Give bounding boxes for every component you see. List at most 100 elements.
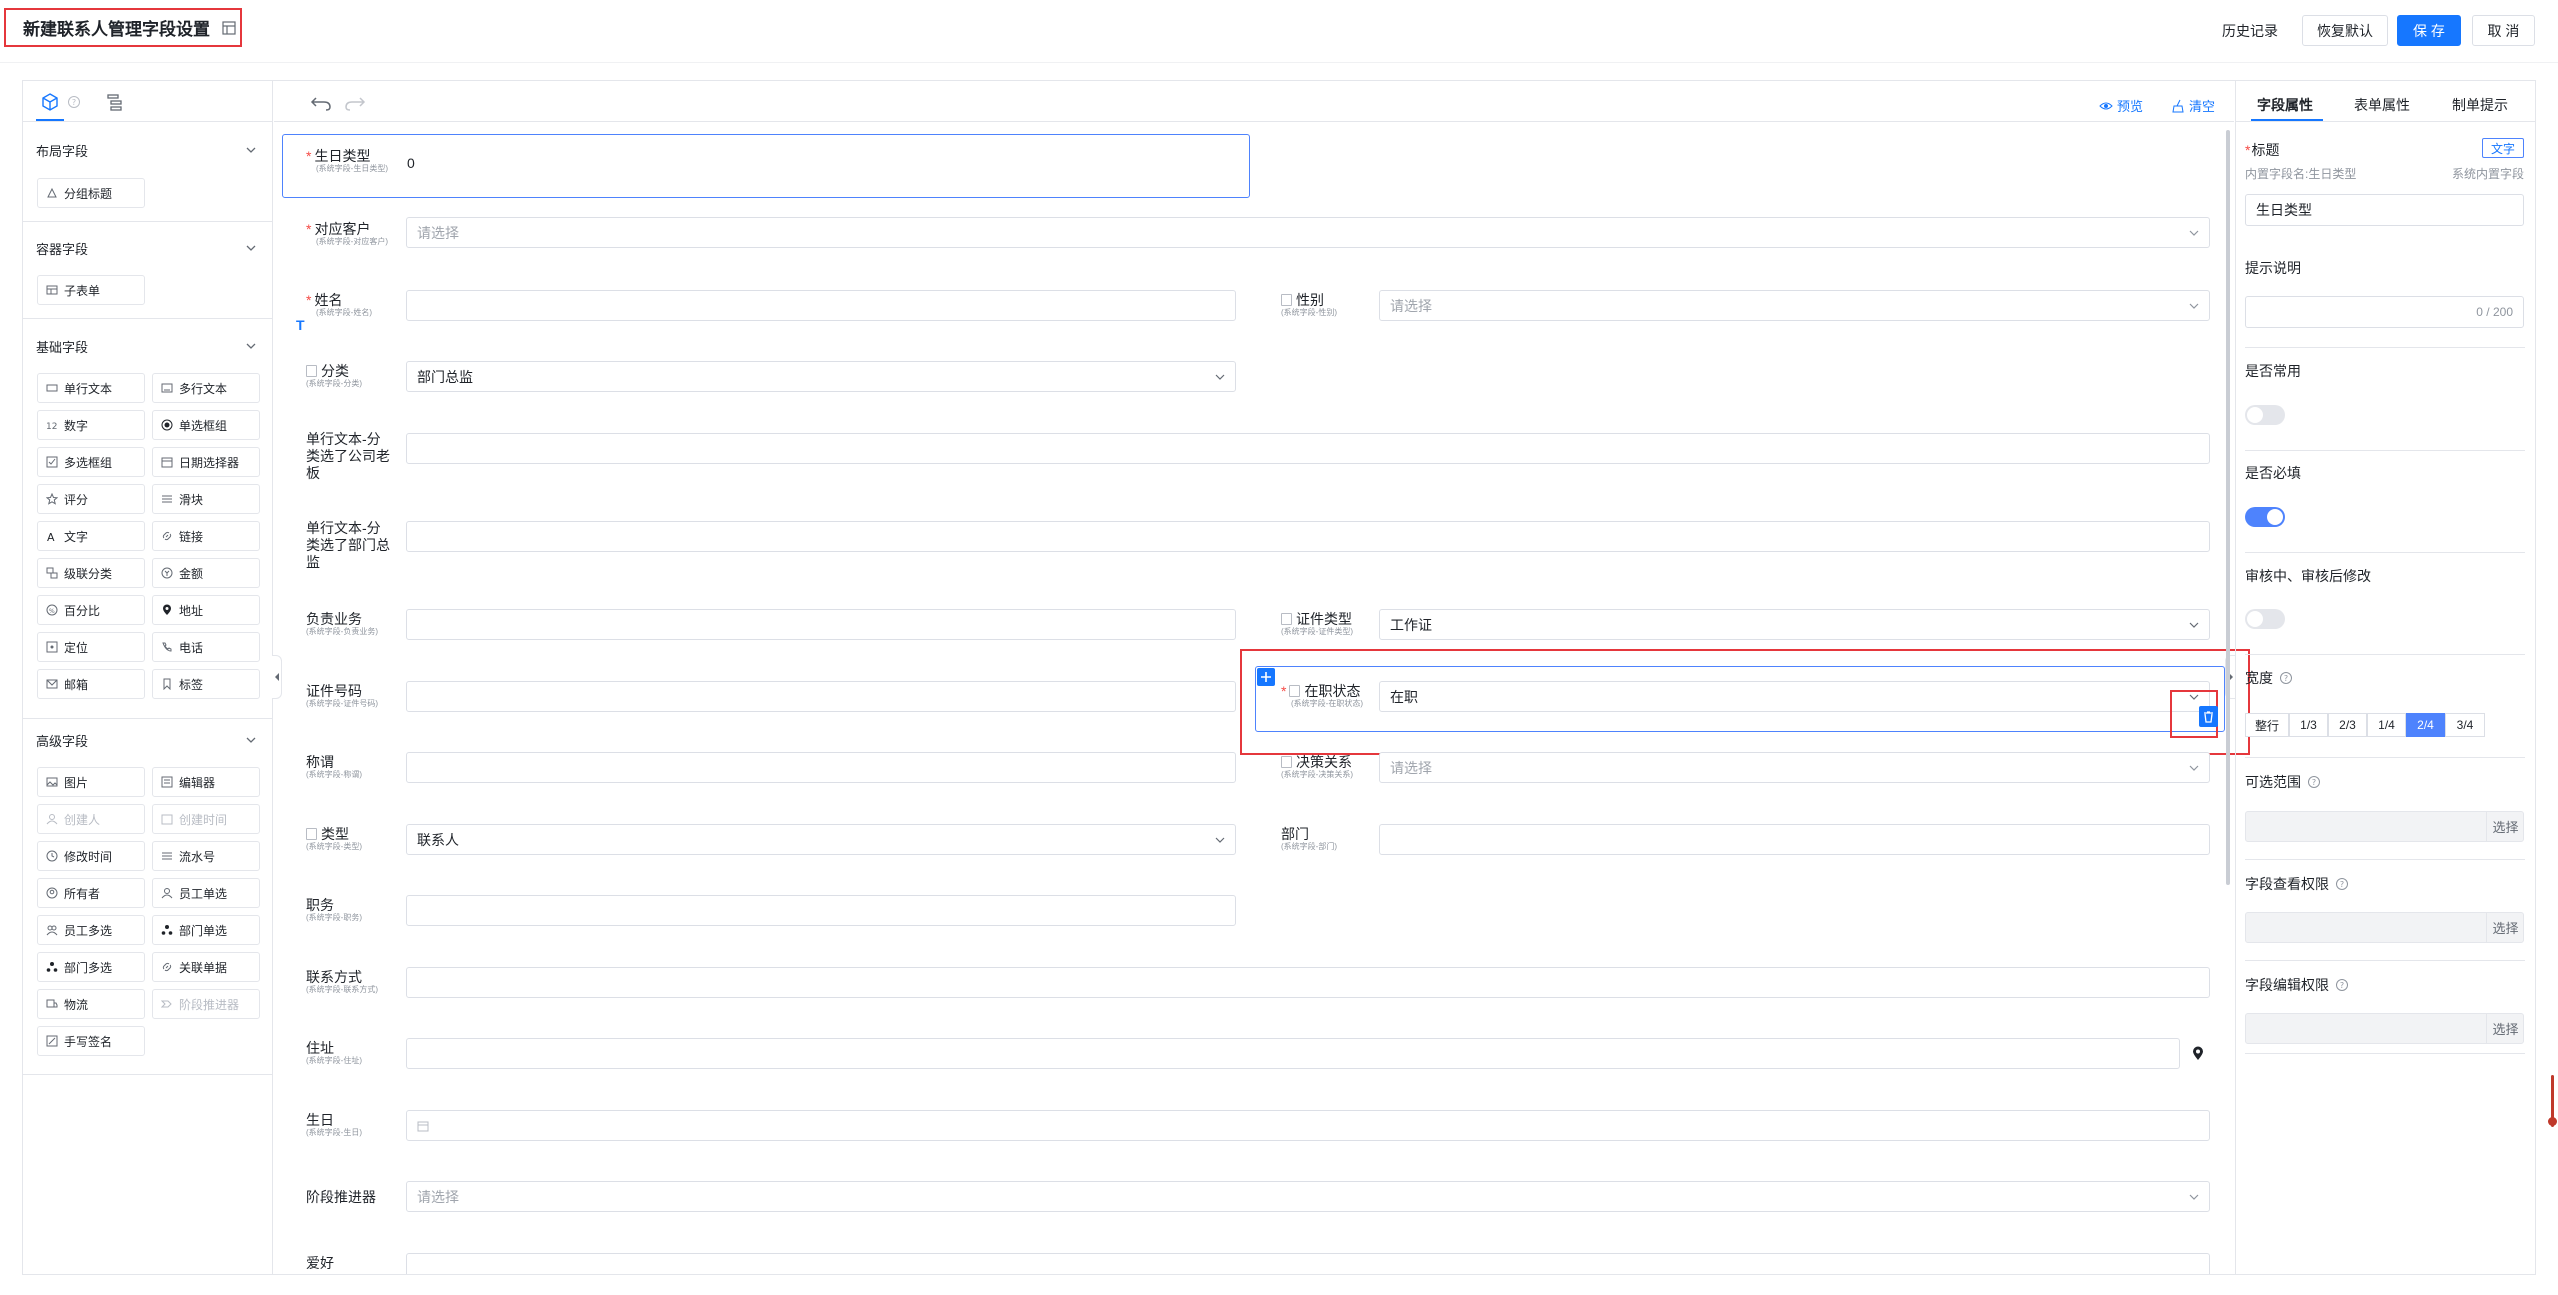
group-title-icon (47, 187, 57, 198)
decision-select[interactable]: 请选择 (1379, 752, 2210, 783)
palette-item[interactable]: 日期选择器 (152, 447, 260, 477)
outline-tree-icon[interactable] (105, 92, 125, 112)
palette-item[interactable]: 电话 (152, 632, 260, 662)
section-title: 基础字段 (36, 339, 89, 355)
palette-item[interactable]: 部门单选 (152, 915, 260, 945)
palette-item[interactable]: 链接 (152, 521, 260, 551)
type-select[interactable]: 联系人 (406, 824, 1236, 855)
palette-item[interactable]: 关联单据 (152, 952, 260, 982)
text-director-input[interactable] (406, 521, 2210, 552)
palette-item[interactable]: 图片 (37, 767, 145, 797)
palette-item[interactable]: 标签 (152, 669, 260, 699)
section-advanced-header[interactable]: 高级字段 (36, 729, 256, 751)
palette-item[interactable]: 创建人 (37, 804, 145, 834)
palette-item[interactable]: % 百分比 (37, 595, 145, 625)
palette-item[interactable]: 员工多选 (37, 915, 145, 945)
required-toggle[interactable] (2245, 507, 2285, 527)
tab-entry-hints[interactable]: 制单提示 (2452, 93, 2508, 117)
palette-item[interactable]: A 文字 (37, 521, 145, 551)
stage-select[interactable]: 请选择 (406, 1181, 2210, 1212)
hobby-input[interactable] (406, 1253, 2210, 1274)
palette-item[interactable]: 多选框组 (37, 447, 145, 477)
palette-item[interactable]: 分组标题 (37, 178, 145, 208)
palette-item[interactable]: 编辑器 (152, 767, 260, 797)
edit-perm-select-button[interactable]: 选择 (2486, 1013, 2524, 1044)
field-type-icon (46, 813, 58, 825)
section-container-header[interactable]: 容器字段 (36, 237, 256, 259)
palette-item[interactable]: 多行文本 (152, 373, 260, 403)
cancel-button[interactable]: 取 消 (2472, 15, 2535, 46)
category-select[interactable]: 部门总监 (406, 361, 1236, 392)
width-option[interactable]: 3/4 (2445, 713, 2485, 737)
palette-item[interactable]: 定位 (37, 632, 145, 662)
collapse-left-handle[interactable] (272, 655, 282, 699)
palette-item[interactable]: 邮箱 (37, 669, 145, 699)
palette-item[interactable]: 地址 (152, 595, 260, 625)
section-basic-header[interactable]: 基础字段 (36, 335, 256, 357)
palette-item[interactable]: 手写签名 (37, 1026, 145, 1056)
tab-field-props[interactable]: 字段属性 (2257, 93, 2313, 117)
width-option[interactable]: 1/4 (2367, 713, 2406, 737)
canvas-scrollbar[interactable] (2226, 130, 2230, 885)
editable-toggle[interactable] (2245, 609, 2285, 629)
redo-icon[interactable] (344, 94, 366, 112)
palette-item[interactable]: 单选框组 (152, 410, 260, 440)
preview-button[interactable]: 预览 (2099, 96, 2143, 115)
title-input[interactable]: 生日类型 (2245, 194, 2524, 226)
width-option-selected[interactable]: 2/4 (2406, 713, 2445, 737)
palette-item[interactable]: 评分 (37, 484, 145, 514)
help-icon[interactable]: ? (67, 95, 81, 109)
section-layout-header[interactable]: 布局字段 (36, 139, 256, 161)
cube-icon[interactable] (40, 92, 60, 112)
undo-icon[interactable] (310, 94, 332, 112)
location-pin-icon[interactable] (2192, 1046, 2204, 1061)
save-button[interactable]: 保 存 (2397, 15, 2461, 46)
history-link[interactable]: 历史记录 (2222, 15, 2278, 46)
palette-item[interactable]: 员工单选 (152, 878, 260, 908)
palette-item[interactable]: 修改时间 (37, 841, 145, 871)
field-type-icon (46, 1035, 58, 1047)
palette-item[interactable]: 12 数字 (37, 410, 145, 440)
name-input[interactable] (406, 290, 1236, 321)
palette-item[interactable]: 级联分类 (37, 558, 145, 588)
range-select-button[interactable]: 选择 (2486, 811, 2524, 842)
business-input[interactable] (406, 609, 1236, 640)
hint-input[interactable]: 0 / 200 (2245, 296, 2524, 328)
address-input[interactable] (406, 1038, 2180, 1069)
palette-item[interactable]: 金额 (152, 558, 260, 588)
common-toggle[interactable] (2245, 405, 2285, 425)
position-input[interactable] (406, 895, 1236, 926)
title-input[interactable] (406, 752, 1236, 783)
width-option[interactable]: 整行 (2245, 713, 2289, 737)
palette-item[interactable]: 子表单 (37, 275, 145, 305)
text-boss-input[interactable] (406, 433, 2210, 464)
restore-default-button[interactable]: 恢复默认 (2302, 15, 2388, 46)
gender-select[interactable]: 请选择 (1379, 290, 2210, 321)
palette-item[interactable]: 所有者 (37, 878, 145, 908)
palette-item[interactable]: 阶段推进器 (152, 989, 260, 1019)
dept-input[interactable] (1379, 824, 2210, 855)
width-option[interactable]: 2/3 (2328, 713, 2367, 737)
tab-form-props[interactable]: 表单属性 (2354, 93, 2410, 117)
layout-icon[interactable] (222, 20, 236, 35)
drag-add-icon[interactable] (1257, 668, 1275, 686)
id-type-select[interactable]: 工作证 (1379, 609, 2210, 640)
palette-item[interactable]: 物流 (37, 989, 145, 1019)
customer-select[interactable]: 请选择 (406, 217, 2210, 248)
section-title: 容器字段 (36, 241, 89, 257)
id-no-input[interactable] (406, 681, 1236, 712)
field-birthday-type-selected[interactable] (282, 134, 1250, 198)
palette-item[interactable]: 滑块 (152, 484, 260, 514)
view-perm-select-button[interactable]: 选择 (2486, 912, 2524, 943)
contact-input[interactable] (406, 967, 2210, 998)
palette-item[interactable]: 流水号 (152, 841, 260, 871)
palette-item[interactable]: 部门多选 (37, 952, 145, 982)
status-select[interactable]: 在职 (1379, 681, 2210, 712)
clear-button[interactable]: 清空 (2171, 96, 2215, 115)
palette-item[interactable]: 创建时间 (152, 804, 260, 834)
birthday-date-picker[interactable] (406, 1110, 2210, 1141)
width-option[interactable]: 1/3 (2289, 713, 2328, 737)
trash-icon[interactable] (2199, 706, 2218, 727)
help-icon: ? (2280, 672, 2292, 684)
palette-item[interactable]: 单行文本 (37, 373, 145, 403)
